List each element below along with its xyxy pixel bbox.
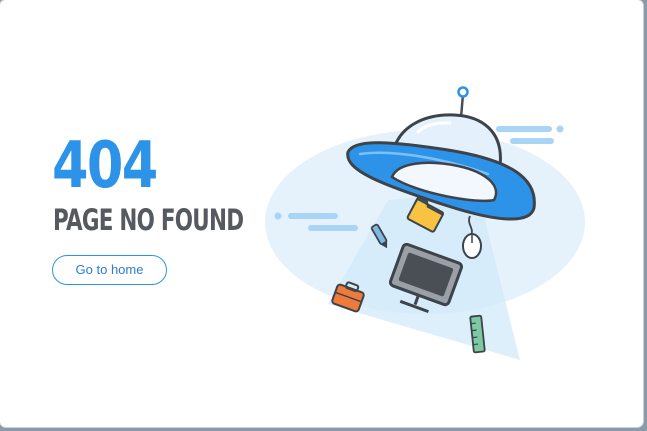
- page-window: 404 PAGE NO FOUND Go to home: [0, 0, 643, 427]
- go-home-button[interactable]: Go to home: [52, 255, 167, 285]
- error-message: PAGE NO FOUND: [53, 203, 244, 237]
- ufo-illustration: [265, 86, 585, 360]
- error-code: 404: [52, 129, 158, 203]
